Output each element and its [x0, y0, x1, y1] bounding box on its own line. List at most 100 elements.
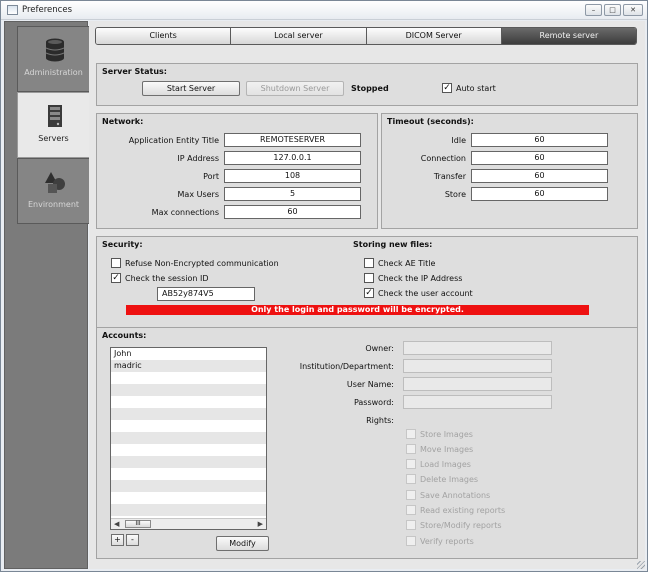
accounts-list[interactable]: John madric ◀ III ▶ — [110, 347, 267, 530]
store-field[interactable]: 60 — [471, 187, 608, 201]
refuse-unencrypted-label: Refuse Non-Encrypted communication — [125, 259, 279, 268]
right-label: Move Images — [420, 445, 474, 454]
list-row-empty — [111, 396, 266, 408]
username-label: User Name: — [346, 380, 394, 389]
max-users-label: Max Users — [177, 190, 219, 199]
server-status-text: Stopped — [351, 84, 389, 93]
max-users-field[interactable]: 5 — [224, 187, 361, 201]
check-session-checkbox[interactable]: ✓ — [111, 273, 121, 283]
right-store-modify-reports-checkbox[interactable] — [406, 520, 416, 530]
window-controls: – □ ✕ — [585, 4, 643, 16]
close-button[interactable]: ✕ — [623, 4, 643, 16]
scroll-left-icon[interactable]: ◀ — [114, 520, 119, 528]
sidebar-item-administration[interactable]: Administration — [17, 26, 89, 92]
scroll-thumb[interactable]: III — [125, 520, 151, 528]
owner-label: Owner: — [365, 344, 394, 353]
store-label: Store — [444, 190, 466, 199]
security-group: Security: Refuse Non-Encrypted communica… — [96, 236, 638, 340]
password-field[interactable] — [403, 395, 552, 409]
resize-grip[interactable] — [637, 561, 645, 569]
list-item[interactable]: madric — [111, 360, 266, 372]
storing-title: Storing new files: — [353, 240, 433, 249]
main-panel: Clients Local server DICOM Server Remote… — [89, 21, 645, 569]
idle-label: Idle — [451, 136, 466, 145]
right-label: Delete Images — [420, 475, 479, 484]
timeout-title: Timeout (seconds): — [387, 117, 474, 126]
auto-start-label: Auto start — [456, 84, 496, 93]
refuse-unencrypted-checkbox[interactable] — [111, 258, 121, 268]
list-row-empty — [111, 408, 266, 420]
tab-clients[interactable]: Clients — [96, 28, 232, 44]
tab-bar: Clients Local server DICOM Server Remote… — [95, 27, 637, 45]
app-window-icon — [7, 5, 18, 15]
transfer-label: Transfer — [433, 172, 466, 181]
right-verify-reports-checkbox[interactable] — [406, 536, 416, 546]
right-load-images-checkbox[interactable] — [406, 459, 416, 469]
ip-address-field[interactable]: 127.0.0.1 — [224, 151, 361, 165]
check-ip-address-checkbox[interactable] — [364, 273, 374, 283]
owner-field[interactable] — [403, 341, 552, 355]
horizontal-scrollbar[interactable]: ◀ III ▶ — [111, 518, 266, 529]
server-status-title: Server Status: — [102, 67, 167, 76]
maximize-button[interactable]: □ — [604, 4, 621, 16]
tab-dicom-server[interactable]: DICOM Server — [366, 28, 502, 44]
right-label: Save Annotations — [420, 491, 491, 500]
window-title: Preferences — [22, 5, 72, 15]
database-icon — [45, 38, 65, 62]
shapes-icon — [45, 172, 65, 193]
list-row-empty — [111, 492, 266, 504]
minimize-button[interactable]: – — [585, 4, 602, 16]
right-delete-images-checkbox[interactable] — [406, 474, 416, 484]
tab-remote-server[interactable]: Remote server — [501, 28, 636, 44]
port-field[interactable]: 108 — [224, 169, 361, 183]
network-group: Network: Application Entity Title REMOTE… — [96, 113, 378, 229]
check-user-account-label: Check the user account — [378, 289, 473, 298]
session-id-field[interactable]: AB52y874V5 — [157, 287, 255, 301]
auto-start-checkbox[interactable]: ✓ — [442, 83, 452, 93]
modify-button[interactable]: Modify — [216, 536, 269, 551]
ip-address-label: IP Address — [177, 154, 219, 163]
check-ip-address-label: Check the IP Address — [378, 274, 463, 283]
security-title: Security: — [102, 240, 143, 249]
sidebar-item-servers[interactable]: Servers — [17, 92, 89, 158]
shutdown-server-button[interactable]: Shutdown Server — [246, 81, 344, 96]
institution-label: Institution/Department: — [299, 362, 394, 371]
start-server-button[interactable]: Start Server — [142, 81, 240, 96]
tab-local-server[interactable]: Local server — [231, 28, 367, 44]
institution-field[interactable] — [403, 359, 552, 373]
max-connections-field[interactable]: 60 — [224, 205, 361, 219]
right-label: Read existing reports — [420, 506, 506, 515]
add-account-button[interactable]: + — [111, 534, 124, 546]
list-row-empty — [111, 468, 266, 480]
right-store-images-checkbox[interactable] — [406, 429, 416, 439]
right-read-reports-checkbox[interactable] — [406, 505, 416, 515]
list-row-empty — [111, 372, 266, 384]
list-row-empty — [111, 504, 266, 516]
check-user-account-checkbox[interactable]: ✓ — [364, 288, 374, 298]
list-row-empty — [111, 384, 266, 396]
check-session-label: Check the session ID — [125, 274, 209, 283]
username-field[interactable] — [403, 377, 552, 391]
ae-title-field[interactable]: REMOTESERVER — [224, 133, 361, 147]
right-move-images-checkbox[interactable] — [406, 444, 416, 454]
right-label: Load Images — [420, 460, 471, 469]
remove-account-button[interactable]: - — [126, 534, 139, 546]
check-ae-title-checkbox[interactable] — [364, 258, 374, 268]
server-icon — [48, 105, 62, 127]
sidebar-item-label: Servers — [38, 134, 69, 143]
list-row-empty — [111, 456, 266, 468]
list-item[interactable]: John — [111, 348, 266, 360]
right-label: Verify reports — [420, 537, 474, 546]
network-title: Network: — [102, 117, 144, 126]
transfer-field[interactable]: 60 — [471, 169, 608, 183]
port-label: Port — [203, 172, 219, 181]
encryption-warning-banner: Only the login and password will be encr… — [126, 305, 589, 315]
accounts-title: Accounts: — [102, 331, 147, 340]
idle-field[interactable]: 60 — [471, 133, 608, 147]
right-label: Store Images — [420, 430, 473, 439]
sidebar-item-environment[interactable]: Environment — [17, 158, 89, 224]
scroll-right-icon[interactable]: ▶ — [258, 520, 263, 528]
sidebar: Administration Servers Environment — [4, 21, 89, 569]
connection-field[interactable]: 60 — [471, 151, 608, 165]
right-save-annotations-checkbox[interactable] — [406, 490, 416, 500]
